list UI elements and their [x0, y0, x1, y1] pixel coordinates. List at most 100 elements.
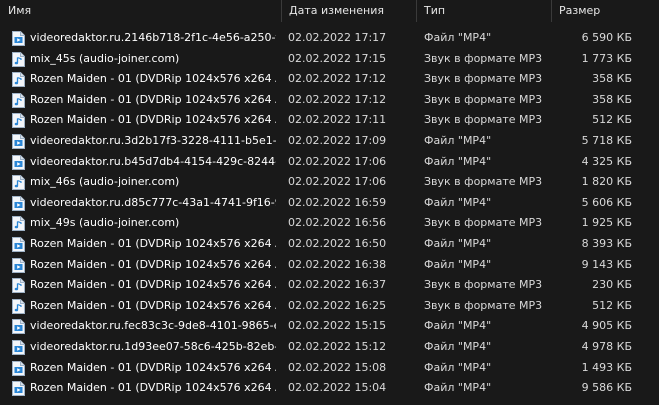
file-date: 02.02.2022 17:15	[288, 51, 387, 65]
file-size: 512 КБ	[592, 298, 632, 312]
file-row[interactable]: Rozen Maiden - 01 (DVDRip 1024x576 x264 …	[0, 69, 659, 90]
file-type: Файл "MP4"	[424, 195, 492, 209]
audio-file-icon	[12, 175, 25, 191]
file-name: Rozen Maiden - 01 (DVDRip 1024x576 x264 …	[30, 72, 276, 86]
column-header-type[interactable]: Тип	[416, 0, 551, 22]
file-row[interactable]: Rozen Maiden - 01 (DVDRip 1024x576 x264 …	[0, 110, 659, 131]
file-size: 8 393 КБ	[581, 236, 632, 250]
file-date: 02.02.2022 16:50	[288, 236, 387, 250]
file-row[interactable]: videoredaktor.ru.1d93ee07-58c6-425b-82eb…	[0, 337, 659, 358]
file-size: 9 586 КБ	[581, 381, 632, 395]
file-row[interactable]: Rozen Maiden - 01 (DVDRip 1024x576 x264 …	[0, 234, 659, 255]
file-name: videoredaktor.ru.1d93ee07-58c6-425b-82eb…	[30, 339, 276, 353]
file-size: 512 КБ	[592, 113, 632, 127]
video-file-icon	[12, 133, 25, 149]
file-date: 02.02.2022 17:12	[288, 72, 387, 86]
column-header-size[interactable]: Размер	[551, 0, 659, 22]
file-size: 4 905 КБ	[581, 319, 632, 333]
file-row[interactable]: Rozen Maiden - 01 (DVDRip 1024x576 x264 …	[0, 358, 659, 379]
file-row[interactable]: videoredaktor.ru.3d2b17f3-3228-4111-b5e1…	[0, 131, 659, 152]
file-name: Rozen Maiden - 01 (DVDRip 1024x576 x264 …	[30, 360, 276, 374]
column-header-name[interactable]: Имя	[0, 0, 281, 22]
file-type: Файл "MP4"	[424, 133, 492, 147]
file-type: Файл "MP4"	[424, 381, 492, 395]
file-row[interactable]: videoredaktor.ru.d85c777c-43a1-4741-9f16…	[0, 193, 659, 214]
file-row[interactable]: mix_46s (audio-joiner.com) 02.02.2022 17:…	[0, 172, 659, 193]
audio-file-icon	[12, 113, 25, 129]
file-row[interactable]: videoredaktor.ru.fec83c3c-9de8-4101-9865…	[0, 316, 659, 337]
file-type: Звук в формате MP3	[424, 51, 543, 65]
column-header: Имя Дата изменения Тип Размер	[0, 0, 659, 22]
file-row[interactable]: Rozen Maiden - 01 (DVDRip 1024x576 x264 …	[0, 296, 659, 317]
video-file-icon	[12, 257, 25, 273]
file-date: 02.02.2022 17:06	[288, 175, 387, 189]
file-row[interactable]: mix_49s (audio-joiner.com) 02.02.2022 16:…	[0, 213, 659, 234]
column-header-date[interactable]: Дата изменения	[281, 0, 416, 22]
file-size: 5 606 КБ	[581, 195, 632, 209]
file-name: Rozen Maiden - 01 (DVDRip 1024x576 x264 …	[30, 113, 276, 127]
file-date: 02.02.2022 16:37	[288, 278, 387, 292]
audio-file-icon	[12, 92, 25, 108]
file-row[interactable]: Rozen Maiden - 01 (DVDRip 1024x576 x264 …	[0, 378, 659, 399]
file-name: Rozen Maiden - 01 (DVDRip 1024x576 x264 …	[30, 236, 276, 250]
file-row[interactable]: videoredaktor.ru.b45d7db4-4154-429c-8244…	[0, 152, 659, 173]
file-date: 02.02.2022 15:04	[288, 381, 387, 395]
file-type: Звук в формате MP3	[424, 175, 543, 189]
file-date: 02.02.2022 15:12	[288, 339, 387, 353]
file-size: 358 КБ	[592, 72, 632, 86]
file-type: Файл "MP4"	[424, 319, 492, 333]
file-type: Файл "MP4"	[424, 360, 492, 374]
file-date: 02.02.2022 15:15	[288, 319, 387, 333]
file-size: 1 493 КБ	[581, 360, 632, 374]
video-file-icon	[12, 381, 25, 397]
video-file-icon	[12, 195, 25, 211]
file-type: Файл "MP4"	[424, 257, 492, 271]
audio-file-icon	[12, 278, 25, 294]
file-size: 4 978 КБ	[581, 339, 632, 353]
file-date: 02.02.2022 17:09	[288, 133, 387, 147]
file-type: Файл "MP4"	[424, 31, 492, 44]
file-size: 6 590 КБ	[581, 31, 632, 44]
file-size: 4 325 КБ	[581, 154, 632, 168]
file-row[interactable]: Rozen Maiden - 01 (DVDRip 1024x576 x264 …	[0, 90, 659, 111]
file-name: Rozen Maiden - 01 (DVDRip 1024x576 x264 …	[30, 92, 276, 106]
file-date: 02.02.2022 16:38	[288, 257, 387, 271]
file-name: mix_45s (audio-joiner.com)	[30, 51, 180, 65]
file-explorer: Имя Дата изменения Тип Размер videoredak…	[0, 0, 659, 405]
file-name: videoredaktor.ru.2146b718-2f1c-4e56-a250…	[30, 31, 276, 44]
file-name: Rozen Maiden - 01 (DVDRip 1024x576 x264 …	[30, 381, 276, 395]
file-type: Звук в формате MP3	[424, 216, 543, 230]
file-date: 02.02.2022 17:06	[288, 154, 387, 168]
audio-file-icon	[12, 72, 25, 88]
file-type: Звук в формате MP3	[424, 92, 543, 106]
file-name: videoredaktor.ru.b45d7db4-4154-429c-8244…	[30, 154, 276, 168]
file-row[interactable]: Rozen Maiden - 01 (DVDRip 1024x576 x264 …	[0, 275, 659, 296]
file-size: 9 143 КБ	[581, 257, 632, 271]
file-date: 02.02.2022 16:25	[288, 298, 387, 312]
file-name: videoredaktor.ru.d85c777c-43a1-4741-9f16…	[30, 195, 276, 209]
file-list: videoredaktor.ru.2146b718-2f1c-4e56-a250…	[0, 28, 659, 399]
file-date: 02.02.2022 16:59	[288, 195, 387, 209]
file-size: 1 773 КБ	[581, 51, 632, 65]
audio-file-icon	[12, 51, 25, 67]
file-type: Звук в формате MP3	[424, 113, 543, 127]
file-name: mix_49s (audio-joiner.com)	[30, 216, 180, 230]
file-name: videoredaktor.ru.3d2b17f3-3228-4111-b5e1…	[30, 133, 276, 147]
file-date: 02.02.2022 17:12	[288, 92, 387, 106]
audio-file-icon	[12, 216, 25, 232]
video-file-icon	[12, 31, 25, 46]
file-row[interactable]: mix_45s (audio-joiner.com) 02.02.2022 17:…	[0, 49, 659, 70]
file-type: Звук в формате MP3	[424, 72, 543, 86]
video-file-icon	[12, 339, 25, 355]
file-name: Rozen Maiden - 01 (DVDRip 1024x576 x264 …	[30, 298, 276, 312]
file-name: Rozen Maiden - 01 (DVDRip 1024x576 x264 …	[30, 278, 276, 292]
file-size: 230 КБ	[592, 278, 632, 292]
file-size: 1 820 КБ	[581, 175, 632, 189]
file-date: 02.02.2022 15:08	[288, 360, 387, 374]
file-size: 358 КБ	[592, 92, 632, 106]
file-row[interactable]: videoredaktor.ru.2146b718-2f1c-4e56-a250…	[0, 28, 659, 49]
file-name: videoredaktor.ru.fec83c3c-9de8-4101-9865…	[30, 319, 276, 333]
file-row[interactable]: Rozen Maiden - 01 (DVDRip 1024x576 x264 …	[0, 255, 659, 276]
file-type: Файл "MP4"	[424, 154, 492, 168]
file-date: 02.02.2022 17:17	[288, 31, 387, 44]
